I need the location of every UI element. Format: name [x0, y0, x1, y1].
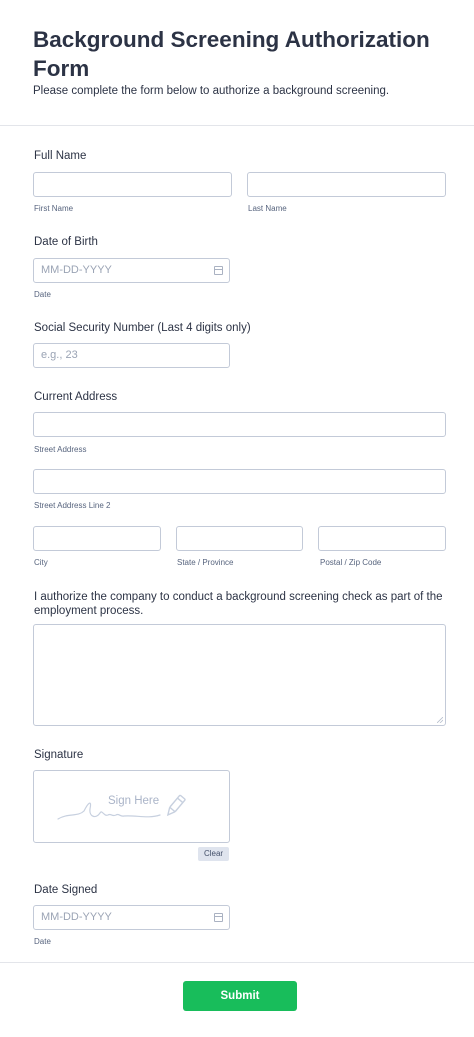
date-signed-input[interactable]: MM-DD-YYYY — [33, 905, 230, 930]
form-subtitle: Please complete the form below to author… — [33, 85, 390, 97]
form-header: Background Screening Authorization Form … — [0, 0, 474, 126]
date-signed-label: Date Signed — [34, 884, 98, 896]
submit-button[interactable]: Submit — [183, 981, 297, 1011]
authorization-textarea[interactable] — [33, 624, 446, 726]
ssn-label: Social Security Number (Last 4 digits on… — [34, 322, 251, 334]
state-input[interactable] — [176, 526, 303, 551]
dob-placeholder: MM-DD-YYYY — [41, 264, 112, 276]
full-name-label: Full Name — [34, 150, 87, 162]
footer-divider — [0, 962, 474, 963]
street-address-sublabel: Street Address — [34, 445, 87, 454]
resize-grip-icon[interactable] — [437, 717, 443, 723]
calendar-icon[interactable] — [214, 266, 223, 275]
date-signed-placeholder: MM-DD-YYYY — [41, 911, 112, 923]
street-address-line2-sublabel: Street Address Line 2 — [34, 501, 111, 510]
dob-label: Date of Birth — [34, 236, 98, 248]
ssn-input[interactable]: e.g., 23 — [33, 343, 230, 368]
dob-sublabel: Date — [34, 290, 51, 299]
zip-input[interactable] — [318, 526, 446, 551]
dob-input[interactable]: MM-DD-YYYY — [33, 258, 230, 283]
state-sublabel: State / Province — [177, 558, 234, 567]
last-name-sublabel: Last Name — [248, 204, 287, 213]
last-name-input[interactable] — [247, 172, 446, 197]
city-sublabel: City — [34, 558, 48, 567]
sign-here-placeholder: Sign Here — [108, 795, 160, 807]
authorization-label: I authorize the company to conduct a bac… — [34, 591, 443, 617]
address-label: Current Address — [34, 391, 118, 403]
street-address-input[interactable] — [33, 412, 446, 437]
zip-sublabel: Postal / Zip Code — [320, 558, 382, 567]
first-name-input[interactable] — [33, 172, 232, 197]
form-title: Background Screening Authorization Form — [33, 27, 430, 81]
first-name-sublabel: First Name — [34, 204, 74, 213]
calendar-icon[interactable] — [214, 913, 223, 922]
signature-label: Signature — [34, 749, 84, 761]
ssn-placeholder: e.g., 23 — [41, 349, 78, 361]
date-signed-sublabel: Date — [34, 937, 51, 946]
street-address-line2-input[interactable] — [33, 469, 446, 494]
city-input[interactable] — [33, 526, 161, 551]
signature-pad[interactable]: Sign Here — [33, 770, 230, 843]
clear-signature-button[interactable]: Clear — [198, 847, 229, 861]
